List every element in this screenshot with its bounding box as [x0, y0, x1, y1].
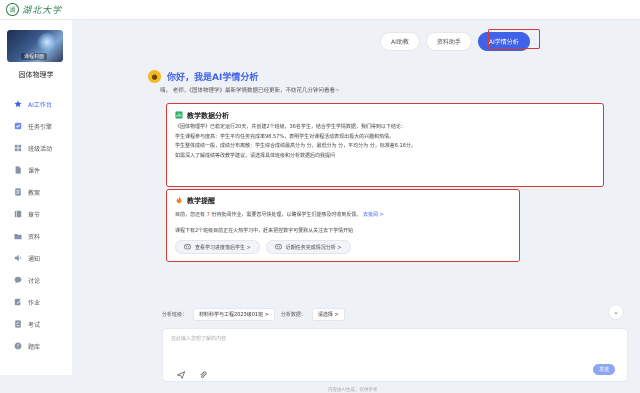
fire-icon — [175, 196, 183, 206]
greeting-title: 你好，我是AI学情分析 — [167, 73, 259, 83]
question-bank-icon — [14, 342, 22, 350]
analysis-line: 学生课程参与度高：学生平均任务完成率98.57%，表明学生对课程活动表现出极大的… — [175, 133, 395, 140]
tab-ai-assistant[interactable]: AI助教 — [380, 32, 420, 51]
ai-bot-avatar-icon: ● — [148, 70, 161, 83]
sidebar-item-label: 作业 — [28, 299, 41, 307]
sidebar-item-label: 章节 — [28, 211, 41, 219]
chart-icon — [175, 111, 183, 121]
course-cover-image[interactable]: 课程封面 — [7, 30, 63, 62]
edit-icon — [14, 298, 22, 306]
analysis-card: 教学数据分析 《固体物理学》已稳定运行20天，共创建2个班级，36名学生，结合学… — [166, 103, 604, 187]
doc-icon — [14, 188, 22, 196]
exam-icon — [14, 320, 22, 328]
sidebar: 课程封面 固体物理学 AI工作台 任务引擎 班级活动 课件 教案 章节 资料 通… — [0, 20, 72, 375]
sidebar-item-ai-workbench[interactable]: AI工作台 — [0, 93, 72, 115]
reminder-title-text: 教学提醒 — [187, 197, 215, 205]
data-select[interactable]: 请选择 > — [311, 308, 345, 321]
sidebar-item-label: 资料 — [28, 233, 41, 241]
grid-icon — [14, 144, 22, 152]
reminder-homework-text: 目前，您还有 7 份待批阅作业，需要您尽快处理，以确保学生们能够及时收到反馈。 … — [175, 211, 384, 218]
sidebar-item-materials[interactable]: 资料 — [0, 225, 72, 247]
chapter-icon — [14, 210, 22, 218]
chat-input-box: 发送 — [162, 328, 628, 382]
class-select[interactable]: 材料科学与工程2023级01班 > — [193, 308, 275, 321]
tab-material-assistant[interactable]: 资料助手 — [425, 32, 472, 51]
sidebar-item-label: 考试 — [28, 321, 41, 329]
reminder-classes-text: 课程下有2个班级目前正在火热学习中，赶来把控数字可要默从关注去下学情开始 — [175, 228, 354, 234]
sidebar-item-task-engine[interactable]: 任务引擎 — [0, 115, 72, 137]
input-tools — [176, 364, 207, 383]
cover-tag: 课程封面 — [21, 53, 48, 60]
robot-icon — [184, 243, 191, 252]
sidebar-item-label: 教案 — [28, 189, 41, 197]
collapse-chevron-down-icon[interactable]: ⌄ — [608, 304, 624, 320]
paper-plane-icon[interactable] — [176, 364, 186, 383]
task-icon — [14, 122, 22, 130]
data-filter-label: 分析数据： — [280, 312, 306, 318]
sidebar-item-label: 任务引擎 — [28, 123, 53, 131]
university-name: 湖北大学 — [22, 6, 63, 16]
sidebar-item-label: 课件 — [28, 167, 41, 175]
analysis-line: 学生整体成绩一般，成绩分布离散：学生综合成绩最高分为 分，最低分为 分，平均分为… — [175, 143, 416, 150]
sidebar-item-label: 讨论 — [28, 277, 41, 285]
file-icon — [14, 166, 22, 174]
sidebar-item-chapter[interactable]: 章节 — [0, 203, 72, 225]
cover-glow — [37, 32, 57, 52]
top-bar: 湖 湖北大学 — [0, 0, 640, 20]
reminder-text-before: 目前，您还有 — [175, 212, 206, 218]
task-completion-analysis-button[interactable]: 近期任务完成情况分析 > — [265, 240, 351, 254]
class-filter-label: 分析班级： — [162, 312, 188, 318]
main-area: AI助教 资料助手 AI学情分析 ● 你好，我是AI学情分析 嗨， 老师，《固体… — [80, 20, 640, 393]
ai-workbench-icon — [14, 100, 22, 108]
greeting-subtitle: 嗨， 老师，《固体物理学》最新学情数据已经更新，不妨花几分钟问看看~ — [160, 88, 340, 94]
ai-disclaimer: 内容由AI生成，仅供参考 — [328, 388, 378, 393]
sidebar-item-question-bank[interactable]: 题库 — [0, 335, 72, 357]
reminder-card: 教学提醒 目前，您还有 7 份待批阅作业，需要您尽快处理，以确保学生们能够及时收… — [166, 189, 520, 262]
sidebar-item-label: 班级活动 — [28, 145, 53, 153]
university-logo[interactable]: 湖 湖北大学 — [6, 3, 62, 16]
robot-icon — [275, 243, 282, 252]
sidebar-item-discussion[interactable]: 讨论 — [0, 269, 72, 291]
button-label: 查看学习进度落后学生 > — [195, 244, 251, 251]
greeting: ● 你好，我是AI学情分析 — [148, 70, 258, 83]
sidebar-nav: AI工作台 任务引擎 班级活动 课件 教案 章节 资料 通知 讨论 作业 考试 … — [0, 93, 72, 357]
analysis-filter-bar: 分析班级： 材料科学与工程2023级01班 > 分析数据： 请选择 > — [162, 308, 345, 321]
sidebar-item-exam[interactable]: 考试 — [0, 313, 72, 335]
analysis-title-text: 教学数据分析 — [187, 112, 229, 120]
folder-icon — [14, 232, 22, 240]
chat-icon — [14, 276, 22, 284]
go-review-link[interactable]: 去批阅 > — [363, 212, 384, 218]
reminder-text-after: 份待批阅作业，需要您尽快处理，以确保学生们能够及时收到反馈。 — [211, 212, 362, 218]
send-button[interactable]: 发送 — [593, 364, 615, 375]
question-input[interactable] — [171, 335, 591, 349]
sidebar-item-class-activity[interactable]: 班级活动 — [0, 137, 72, 159]
button-label: 近期任务完成情况分析 > — [285, 244, 342, 251]
reminder-actions: 查看学习进度落后学生 > 近期任务完成情况分析 > — [175, 240, 351, 254]
pending-count: 7 — [206, 212, 210, 218]
sidebar-item-label: AI工作台 — [28, 101, 52, 109]
active-tab-highlight — [488, 29, 540, 49]
reminder-card-title: 教学提醒 — [175, 196, 215, 206]
course-title: 固体物理学 — [18, 71, 54, 79]
attachment-icon[interactable] — [199, 364, 207, 383]
analysis-card-title: 教学数据分析 — [175, 111, 229, 121]
speaker-icon — [14, 254, 22, 262]
sidebar-item-label: 题库 — [28, 343, 41, 351]
sidebar-item-label: 通知 — [28, 255, 41, 263]
sidebar-item-homework[interactable]: 作业 — [0, 291, 72, 313]
university-seal-icon: 湖 — [6, 3, 19, 16]
sidebar-item-notice[interactable]: 通知 — [0, 247, 72, 269]
analysis-line: 如需深入了解成绩等改教学建议，请选择具体班级和分析数据后向我提问 — [175, 152, 336, 159]
analysis-line: 《固体物理学》已稳定运行20天，共创建2个班级，36名学生，结合学生学情数据，我… — [175, 124, 406, 130]
sidebar-item-lesson-plan[interactable]: 教案 — [0, 181, 72, 203]
view-lagging-students-button[interactable]: 查看学习进度落后学生 > — [175, 240, 260, 254]
analysis-card-body: 《固体物理学》已稳定运行20天，共创建2个班级，36名学生，结合学生学情数据，我… — [175, 123, 600, 161]
sidebar-item-courseware[interactable]: 课件 — [0, 159, 72, 181]
